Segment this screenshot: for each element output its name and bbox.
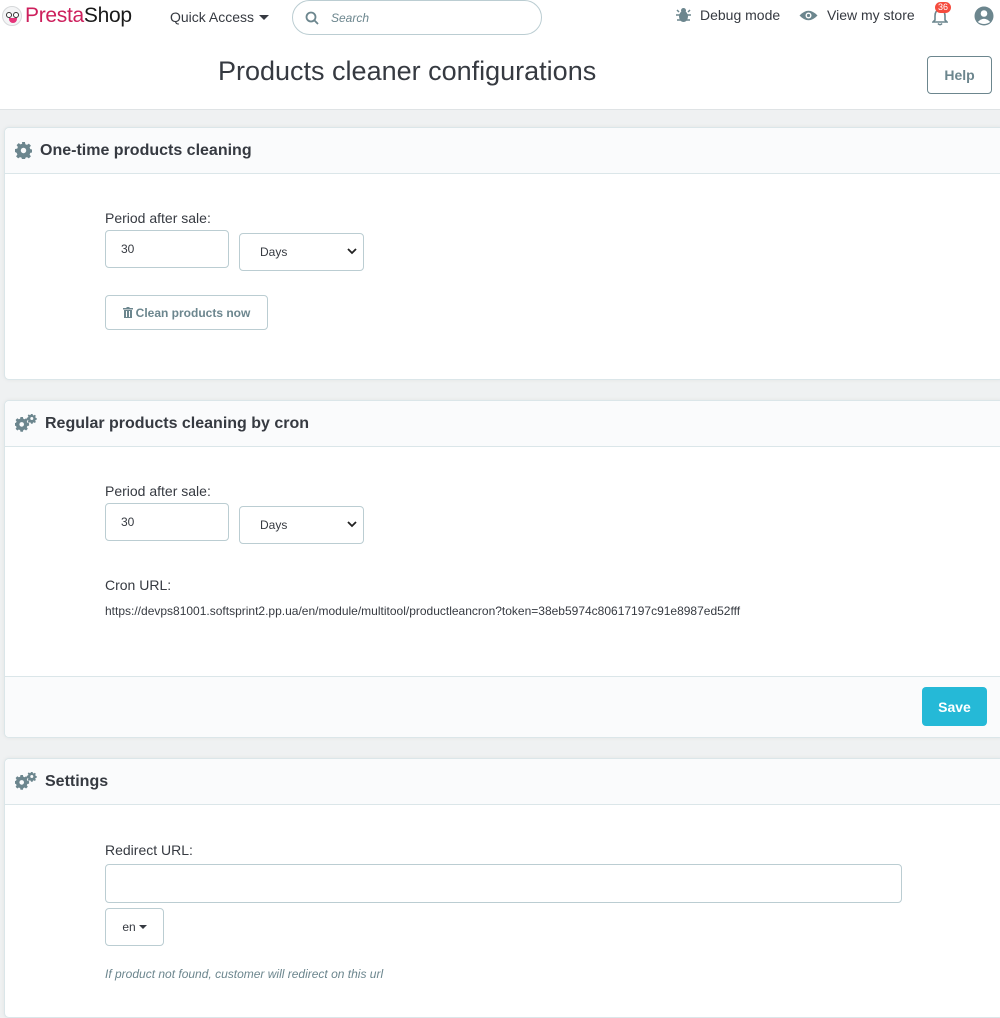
clean-products-now-button[interactable]: Clean products now [105,295,268,330]
prestashop-logo[interactable]: PrestaShop [2,4,132,28]
gears-icon [15,414,37,432]
cron-url-label: Cron URL: [105,577,172,593]
chevron-down-icon [347,248,357,255]
help-button[interactable]: Help [927,56,992,94]
language-dropdown[interactable]: en [105,908,164,946]
panel-title: Settings [45,772,109,790]
redirect-url-input[interactable] [105,864,902,903]
logo-text: PrestaShop [25,4,132,27]
period-input[interactable] [105,230,229,268]
settings-panel: Settings Redirect URL: en If product not… [4,758,1000,1018]
one-time-cleaning-panel: One-time products cleaning Period after … [4,127,1000,380]
notification-badge: 36 [935,2,952,13]
panel-title: One-time products cleaning [40,141,252,159]
period-label: Period after sale: [105,483,211,499]
view-store-label: View my store [827,7,915,23]
panel-heading: Regular products cleaning by cron [5,401,1000,447]
top-navbar: PrestaShop Quick Access Debug mode View … [0,0,1000,36]
caret-down-icon [138,925,147,929]
user-avatar-icon [974,6,994,26]
search-icon [305,11,319,25]
trash-icon [122,307,133,318]
clean-products-now-label: Clean products now [135,305,251,320]
search-input[interactable] [329,9,519,26]
quick-access-dropdown[interactable]: Quick Access [170,9,270,25]
puffin-logo-icon [2,6,22,26]
eye-icon [799,10,818,20]
panel-heading: Settings [5,759,1000,805]
debug-mode-link[interactable]: Debug mode [676,7,780,23]
redirect-help-text: If product not found, customer will redi… [105,967,384,981]
save-button[interactable]: Save [922,687,987,726]
page-header: Products cleaner configurations Help [0,36,1000,110]
language-value: en [122,920,136,934]
bug-icon [676,8,691,22]
cron-url-value: https://devps81001.softsprint2.pp.ua/en/… [105,604,741,618]
redirect-url-label: Redirect URL: [105,842,193,858]
period-unit-value: Days [260,245,288,259]
debug-mode-label: Debug mode [700,7,781,23]
cron-period-unit-select[interactable]: Days [239,506,364,544]
user-account-button[interactable] [974,6,994,31]
cron-cleaning-panel: Regular products cleaning by cron Period… [4,400,1000,738]
panel-heading: One-time products cleaning [5,128,1000,174]
period-unit-value: Days [260,518,288,532]
panel-title: Regular products cleaning by cron [45,414,310,432]
cron-period-input[interactable] [105,503,229,541]
search-box[interactable] [292,0,542,35]
gears-icon [15,772,37,790]
caret-down-icon [259,14,270,20]
period-label: Period after sale: [105,210,211,226]
page-title: Products cleaner configurations [218,56,597,86]
quick-access-label: Quick Access [170,9,255,25]
period-unit-select[interactable]: Days [239,233,364,271]
gear-icon [15,142,32,159]
view-store-link[interactable]: View my store [799,7,915,23]
panel-footer: Save [5,676,1000,737]
chevron-down-icon [347,521,357,528]
